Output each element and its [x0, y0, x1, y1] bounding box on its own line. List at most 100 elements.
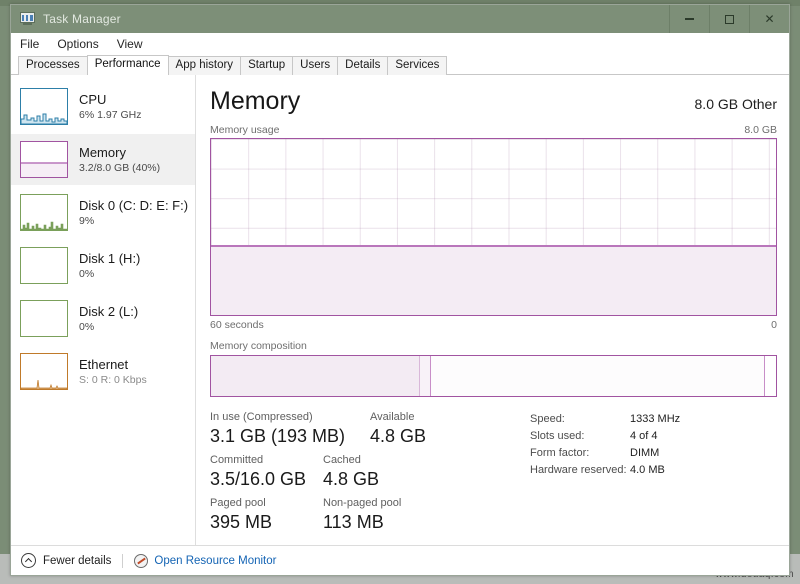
chevron-up-icon — [21, 553, 36, 568]
menu-item-view[interactable]: View — [117, 37, 143, 51]
menu-item-file[interactable]: File — [20, 37, 39, 51]
stat-paged-pool-value: 395 MB — [210, 512, 273, 532]
ethernet-sparkline-icon — [20, 353, 68, 390]
axis-label-left: 60 seconds — [210, 319, 264, 331]
graph-usage-area — [211, 244, 776, 315]
sidebar-memory-sub: 3.2/8.0 GB (40%) — [79, 161, 161, 174]
sidebar-cpu-sub: 6% 1.97 GHz — [79, 108, 142, 121]
sidebar-disk2-title: Disk 2 (L:) — [79, 303, 139, 319]
stat-in-use-caption: In use (Compressed) — [210, 411, 313, 423]
stat-committed-value: 3.5/16.0 GB — [210, 469, 307, 489]
tab-strip: Processes Performance App history Startu… — [11, 55, 789, 75]
spec-speed-caption: Speed: — [530, 413, 565, 425]
sidebar-disk1-title: Disk 1 (H:) — [79, 250, 141, 266]
stats-row-3: Paged pool 395 MB Non-paged pool 113 MB — [210, 496, 530, 533]
ethernet-send-value: S: 0 — [79, 373, 98, 386]
tab-details[interactable]: Details — [337, 56, 389, 75]
disk2-sparkline-icon — [20, 300, 68, 337]
sidebar-disk0-title: Disk 0 (C: D: E: F:) — [79, 197, 189, 213]
sidebar-ethernet-sub: S: 0 R: 0 Kbps — [79, 373, 147, 387]
sidebar-item-memory[interactable]: Memory 3.2/8.0 GB (40%) — [11, 134, 195, 185]
memory-composition-bar[interactable] — [210, 355, 777, 397]
open-resource-monitor-label: Open Resource Monitor — [154, 554, 277, 567]
disk1-sparkline-icon — [20, 247, 68, 284]
stat-non-paged-pool-caption: Non-paged pool — [323, 497, 402, 509]
sidebar-ethernet-title: Ethernet — [79, 356, 129, 372]
stat-committed-caption: Committed — [210, 454, 264, 466]
spec-slots-used-value: 4 of 4 — [630, 430, 658, 442]
sidebar-item-cpu[interactable]: CPU 6% 1.97 GHz — [11, 81, 195, 132]
stat-cached: Cached 4.8 GB — [323, 453, 379, 490]
stat-available: Available 4.8 GB — [370, 410, 426, 447]
spec-speed-value: 1333 MHz — [630, 413, 681, 425]
spec-form-factor: Form factor: DIMM — [530, 445, 777, 462]
memory-usage-graph — [210, 138, 777, 316]
stat-paged-pool-caption: Paged pool — [210, 497, 266, 509]
memory-usage-max: 8.0 GB — [744, 124, 777, 136]
stats-row-1: In use (Compressed) 3.1 GB (193 MB) Avai… — [210, 410, 530, 447]
status-bar: Fewer details Open Resource Monitor — [11, 545, 789, 575]
tab-processes[interactable]: Processes — [18, 56, 88, 75]
performance-sidebar: CPU 6% 1.97 GHz Memory 3.2/8.0 GB (40%) — [11, 75, 196, 545]
tab-startup[interactable]: Startup — [240, 56, 294, 75]
memory-composition-caption: Memory composition — [210, 340, 307, 352]
disk0-sparkline-icon — [20, 194, 68, 231]
composition-segment-standby — [431, 356, 765, 396]
sidebar-disk1-sub: 0% — [79, 267, 95, 280]
resource-monitor-icon — [134, 553, 149, 568]
stat-available-caption: Available — [370, 411, 415, 423]
composition-segment-modified — [420, 356, 432, 396]
memory-total-label: 8.0 GB Other — [694, 96, 777, 112]
open-resource-monitor-link[interactable]: Open Resource Monitor — [134, 553, 277, 568]
minimize-button[interactable] — [669, 5, 709, 33]
spec-hardware-reserved: Hardware reserved: 4.0 MB — [530, 462, 777, 479]
stat-non-paged-pool: Non-paged pool 113 MB — [323, 496, 401, 533]
sidebar-disk2-sub: 0% — [79, 320, 95, 333]
tab-app-history[interactable]: App history — [167, 56, 242, 75]
sidebar-item-disk-1[interactable]: Disk 1 (H:) 0% — [11, 240, 195, 291]
sidebar-cpu-title: CPU — [79, 91, 107, 107]
window-controls: ✕ — [669, 5, 789, 33]
spec-hardware-reserved-value: 4.0 MB — [630, 464, 665, 476]
stat-cached-caption: Cached — [323, 454, 361, 466]
composition-segment-free — [764, 356, 776, 396]
memory-usage-caption: Memory usage — [210, 124, 280, 136]
composition-segment-in-use — [211, 356, 421, 396]
spec-slots-used-caption: Slots used: — [530, 430, 585, 442]
memory-sparkline-icon — [20, 141, 68, 178]
page-title: Memory — [210, 87, 301, 115]
sidebar-item-disk-0[interactable]: Disk 0 (C: D: E: F:) 9% — [11, 187, 195, 238]
footer-separator — [122, 553, 124, 568]
maximize-button[interactable] — [709, 5, 749, 33]
tab-users[interactable]: Users — [292, 56, 339, 75]
spec-form-factor-value: DIMM — [630, 447, 660, 459]
window-title: Task Manager — [43, 12, 121, 26]
tab-performance[interactable]: Performance — [86, 55, 169, 75]
graph-axis-labels: 60 seconds 0 — [210, 319, 777, 331]
stat-available-value: 4.8 GB — [370, 426, 427, 446]
memory-header: Memory 8.0 GB Other — [210, 87, 777, 115]
title-bar[interactable]: Task Manager ✕ — [11, 5, 789, 33]
memory-detail-panel: Memory 8.0 GB Other Memory usage 8.0 GB … — [196, 75, 789, 545]
memory-stats-left: In use (Compressed) 3.1 GB (193 MB) Avai… — [210, 410, 530, 539]
sidebar-item-ethernet[interactable]: Ethernet S: 0 R: 0 Kbps — [11, 346, 195, 397]
window-body: CPU 6% 1.97 GHz Memory 3.2/8.0 GB (40%) — [11, 75, 789, 545]
stat-cached-value: 4.8 GB — [323, 469, 380, 489]
close-button[interactable]: ✕ — [749, 5, 789, 33]
sidebar-item-disk-2[interactable]: Disk 2 (L:) 0% — [11, 293, 195, 344]
tab-services[interactable]: Services — [387, 56, 448, 75]
spec-hardware-reserved-caption: Hardware reserved: — [530, 464, 627, 476]
fewer-details-label: Fewer details — [43, 554, 112, 567]
axis-label-right: 0 — [771, 319, 777, 331]
sidebar-disk0-sub: 9% — [79, 214, 95, 227]
stat-paged-pool: Paged pool 395 MB — [210, 496, 323, 533]
fewer-details-button[interactable]: Fewer details — [21, 553, 111, 568]
sidebar-memory-title: Memory — [79, 144, 126, 160]
task-manager-icon — [20, 12, 36, 26]
menu-item-options[interactable]: Options — [57, 37, 98, 51]
stat-committed: Committed 3.5/16.0 GB — [210, 453, 323, 490]
stat-non-paged-pool-value: 113 MB — [323, 512, 384, 532]
cpu-sparkline-icon — [20, 88, 68, 125]
spec-speed: Speed: 1333 MHz — [530, 411, 777, 428]
stats-row-2: Committed 3.5/16.0 GB Cached 4.8 GB — [210, 453, 530, 490]
